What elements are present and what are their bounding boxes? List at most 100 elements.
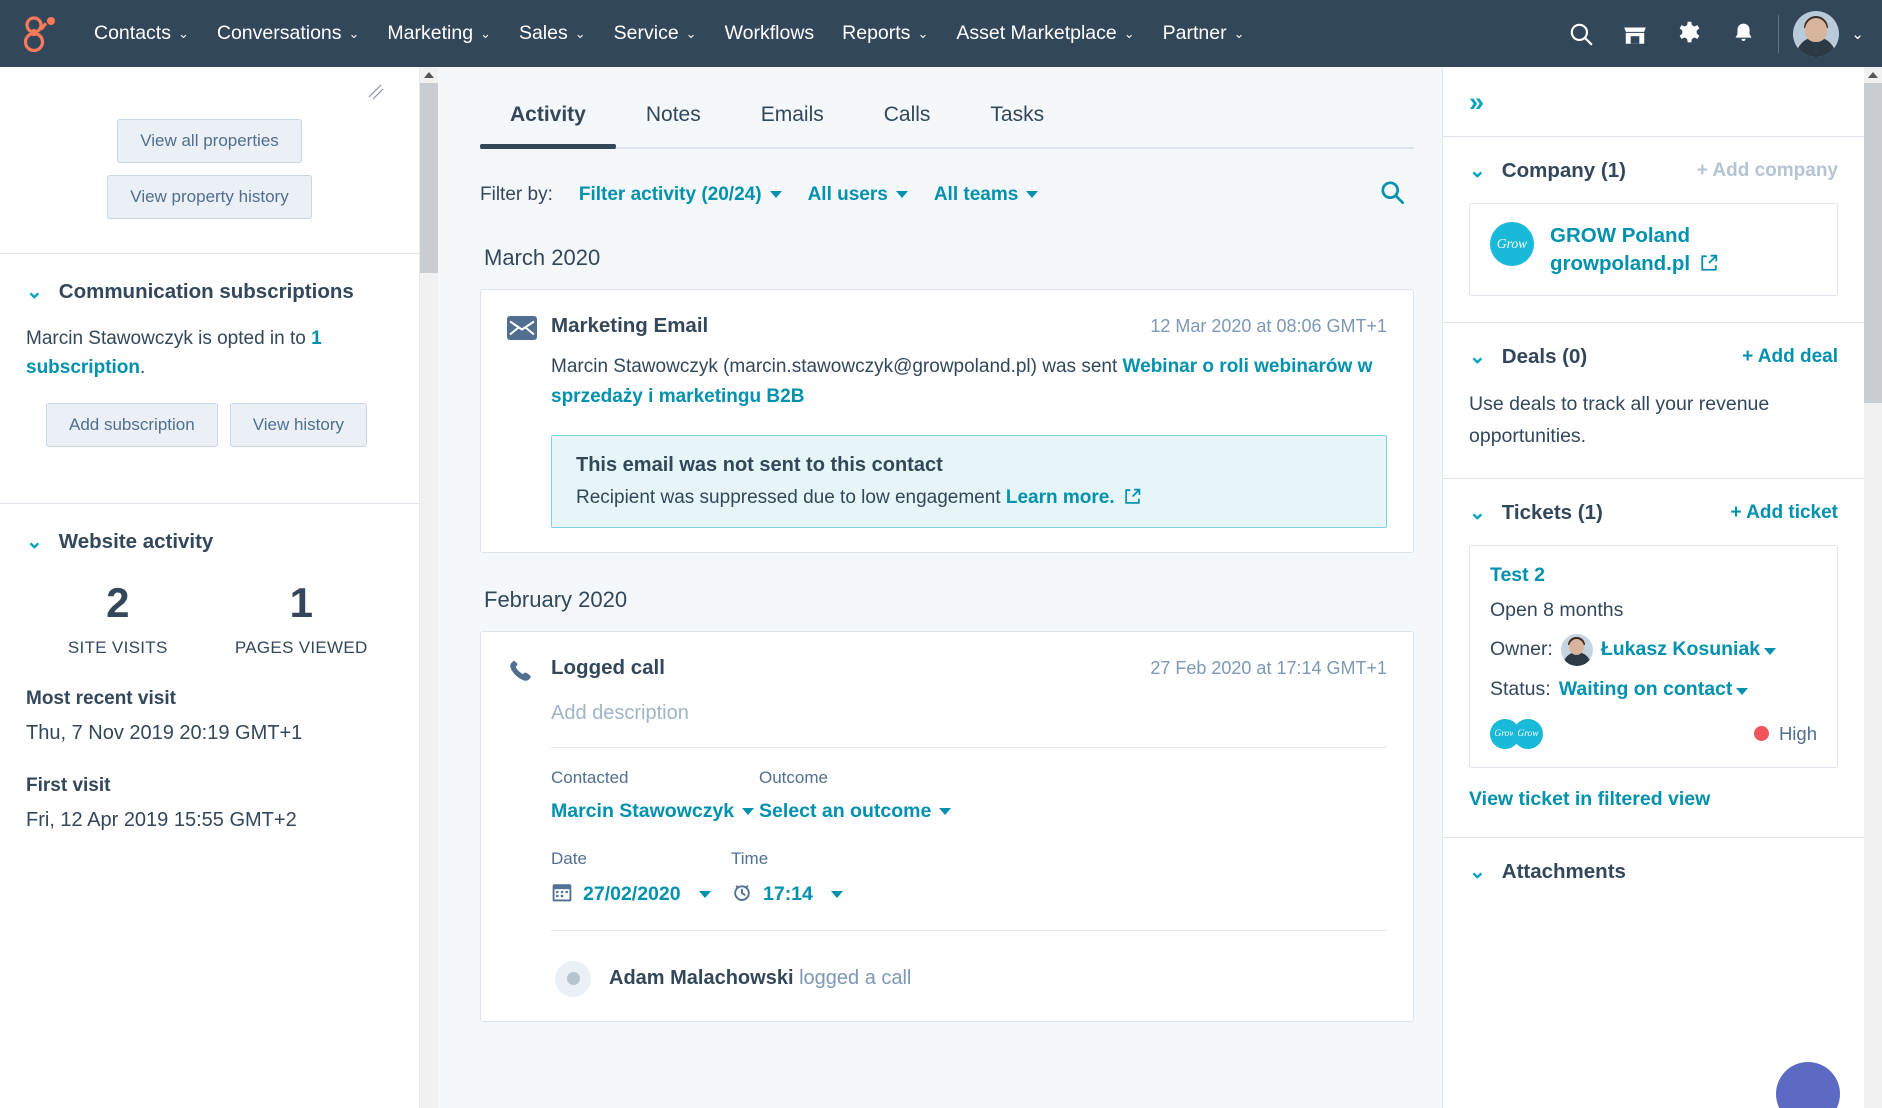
right-scrollbar[interactable] xyxy=(1864,67,1882,1108)
email-text: Marcin Stawowczyk (marcin.stawowczyk@gro… xyxy=(551,356,1123,377)
right-sidebar-panel: » ⌄ Company (1) + Add company Grow GROW … xyxy=(1442,67,1882,1108)
settings-gear-icon[interactable] xyxy=(1662,0,1716,67)
subscription-buttons-group: Add subscription View history xyxy=(26,402,393,459)
user-avatar[interactable] xyxy=(1793,10,1840,57)
owner-dropdown[interactable]: Łukasz Kosuniak xyxy=(1601,638,1777,661)
subscription-count[interactable]: 1 xyxy=(311,328,322,349)
scroll-up-arrow-icon[interactable] xyxy=(1868,72,1878,78)
section-title: Deals (0) xyxy=(1501,345,1588,369)
marketplace-icon[interactable] xyxy=(1608,0,1662,67)
nav-right-actions: ⌄ xyxy=(1554,0,1864,67)
tab-activity[interactable]: Activity xyxy=(480,89,616,149)
chevron-down-icon[interactable]: ⌄ xyxy=(1469,161,1486,181)
field-date: Date 27/02/2020 xyxy=(551,849,731,908)
chevron-down-icon: ⌄ xyxy=(1123,25,1135,41)
card-timestamp: 27 Feb 2020 at 17:14 GMT+1 xyxy=(1150,657,1387,678)
add-description-input[interactable]: Add description xyxy=(551,702,1387,725)
filter-label: Filter activity (20/24) xyxy=(578,184,762,205)
log-author: Adam Malachowski xyxy=(609,967,794,990)
chat-launcher-button[interactable] xyxy=(1776,1062,1840,1108)
calendar-icon xyxy=(551,881,573,908)
tab-notes[interactable]: Notes xyxy=(616,89,731,147)
period: . xyxy=(140,357,146,379)
most-recent-visit-value: Thu, 7 Nov 2019 20:19 GMT+1 xyxy=(26,722,303,745)
view-all-properties-button[interactable]: View all properties xyxy=(117,119,302,163)
tab-emails[interactable]: Emails xyxy=(731,89,854,147)
nav-item-conversations[interactable]: Conversations ⌄ xyxy=(203,0,374,67)
activity-feed: Activity Notes Emails Calls Tasks Filter… xyxy=(438,67,1442,1108)
chevron-down-icon: ⌄ xyxy=(348,25,360,41)
filter-teams-dropdown[interactable]: All teams xyxy=(934,184,1039,206)
external-link-icon xyxy=(1120,487,1141,508)
time-picker[interactable]: 17:14 xyxy=(731,881,911,908)
subscription-link[interactable]: subscription xyxy=(26,357,140,378)
nav-item-asset-marketplace[interactable]: Asset Marketplace ⌄ xyxy=(942,0,1148,67)
center-activity-panel: Activity Notes Emails Calls Tasks Filter… xyxy=(420,67,1442,1108)
nav-item-sales[interactable]: Sales ⌄ xyxy=(505,0,600,67)
double-chevron-right-icon[interactable]: » xyxy=(1469,87,1484,117)
section-header: ⌄ Website activity xyxy=(26,530,393,554)
chevron-down-icon[interactable]: ⌄ xyxy=(1851,25,1864,43)
left-sidebar-panel: View all properties View property histor… xyxy=(0,67,420,1108)
associated-badges: Grow Grow xyxy=(1490,718,1543,749)
chevron-down-icon xyxy=(1764,648,1777,656)
nav-label: Asset Marketplace xyxy=(956,22,1117,44)
card-top: Marketing Email 12 Mar 2020 at 08:06 GMT… xyxy=(507,314,1387,528)
card-main: Marketing Email 12 Mar 2020 at 08:06 GMT… xyxy=(551,314,1387,528)
section-header: ⌄ Company (1) + Add company xyxy=(1469,159,1838,183)
email-description: Marcin Stawowczyk (marcin.stawowczyk@gro… xyxy=(551,352,1387,413)
view-property-history-button[interactable]: View property history xyxy=(107,175,312,219)
nav-label: Service xyxy=(613,22,679,44)
add-ticket-button[interactable]: + Add ticket xyxy=(1730,502,1838,524)
add-deal-button[interactable]: + Add deal xyxy=(1742,346,1838,368)
scroll-thumb[interactable] xyxy=(420,83,438,273)
scroll-thumb[interactable] xyxy=(1864,83,1882,403)
chevron-down-icon[interactable]: ⌄ xyxy=(1469,862,1486,882)
search-activity-icon[interactable] xyxy=(1379,179,1414,211)
panel-resize-handle[interactable] xyxy=(367,83,385,101)
nav-item-marketing[interactable]: Marketing ⌄ xyxy=(373,0,505,67)
contacted-dropdown[interactable]: Marcin Stawowczyk xyxy=(551,800,759,823)
status-dropdown[interactable]: Waiting on contact xyxy=(1559,678,1749,701)
learn-more-link[interactable]: Learn more. xyxy=(1006,487,1115,508)
chevron-down-icon[interactable]: ⌄ xyxy=(26,532,43,552)
filter-activity-dropdown[interactable]: Filter activity (20/24) xyxy=(579,184,782,206)
nav-item-partner[interactable]: Partner ⌄ xyxy=(1149,0,1259,67)
search-icon[interactable] xyxy=(1554,0,1608,67)
outcome-dropdown[interactable]: Select an outcome xyxy=(759,800,967,823)
section-title: Tickets (1) xyxy=(1501,500,1603,524)
ticket-name-link[interactable]: Test 2 xyxy=(1490,564,1817,587)
chevron-down-icon[interactable]: ⌄ xyxy=(1469,503,1486,523)
company-card[interactable]: Grow GROW Poland growpoland.pl xyxy=(1469,203,1838,297)
chevron-down-icon[interactable]: ⌄ xyxy=(1469,347,1486,367)
chevron-down-icon[interactable]: ⌄ xyxy=(26,282,43,302)
nav-item-contacts[interactable]: Contacts ⌄ xyxy=(80,0,203,67)
nav-item-workflows[interactable]: Workflows xyxy=(711,0,829,67)
date-picker[interactable]: 27/02/2020 xyxy=(551,881,731,908)
add-company-button[interactable]: + Add company xyxy=(1697,160,1838,182)
ticket-card: Test 2 Open 8 months Owner: Łukasz Kosun… xyxy=(1469,544,1838,768)
nav-item-reports[interactable]: Reports ⌄ xyxy=(828,0,942,67)
nav-item-service[interactable]: Service ⌄ xyxy=(600,0,711,67)
card-header: Marketing Email 12 Mar 2020 at 08:06 GMT… xyxy=(551,314,1387,338)
tab-calls[interactable]: Calls xyxy=(854,89,961,147)
tab-tasks[interactable]: Tasks xyxy=(960,89,1074,147)
section-title: Communication subscriptions xyxy=(58,280,354,303)
view-history-button[interactable]: View history xyxy=(229,402,368,447)
scroll-up-arrow-icon[interactable] xyxy=(424,72,434,78)
communication-subscriptions-section: ⌄ Communication subscriptions Marcin Sta… xyxy=(0,254,419,481)
company-website-link[interactable]: growpoland.pl xyxy=(1550,250,1718,278)
hubspot-sprocket-logo[interactable] xyxy=(18,12,62,56)
center-scrollbar[interactable] xyxy=(420,67,438,1108)
chevron-down-icon: ⌄ xyxy=(574,25,586,41)
notifications-bell-icon[interactable] xyxy=(1716,0,1770,67)
stat-site-visits: 2 SITE VISITS xyxy=(26,579,210,658)
avatar xyxy=(555,960,591,997)
call-log-entry: Adam Malachowski logged a call xyxy=(551,960,1387,997)
filter-users-dropdown[interactable]: All users xyxy=(808,184,908,206)
add-subscription-button[interactable]: Add subscription xyxy=(46,402,218,447)
view-ticket-filtered-link[interactable]: View ticket in filtered view xyxy=(1469,788,1838,811)
nav-label: Conversations xyxy=(216,22,342,44)
company-name-link[interactable]: GROW Poland xyxy=(1550,222,1718,250)
priority-badge: High xyxy=(1753,723,1817,745)
